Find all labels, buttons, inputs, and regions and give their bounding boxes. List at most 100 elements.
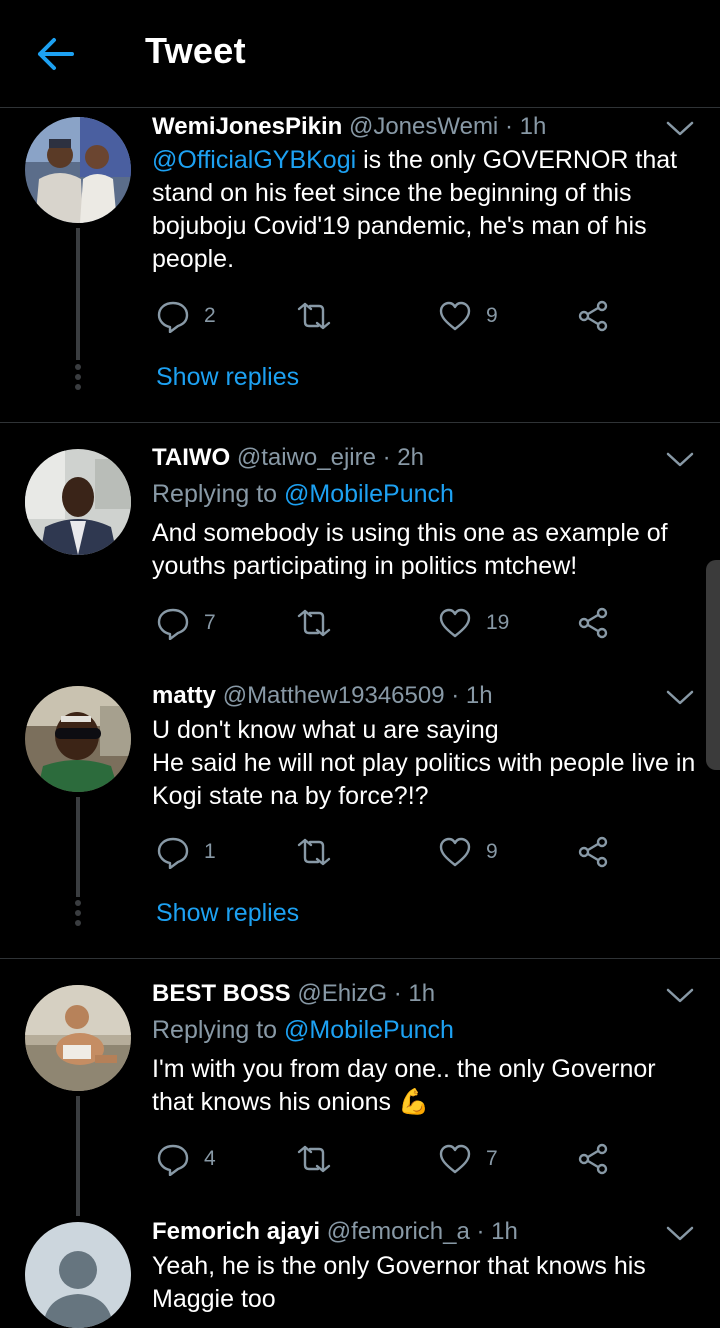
- tweet-options-button[interactable]: [666, 451, 694, 469]
- like-button[interactable]: 19: [438, 603, 509, 643]
- reply-button[interactable]: 2: [156, 296, 216, 336]
- tweet-time: · 1h: [504, 113, 547, 140]
- chevron-down-icon: [666, 121, 694, 136]
- like-button[interactable]: 7: [438, 1139, 498, 1179]
- scrollbar-handle[interactable]: [706, 560, 720, 770]
- heart-icon: [439, 837, 471, 867]
- thread-dots: [75, 364, 81, 394]
- share-icon: [578, 836, 608, 868]
- heart-icon: [439, 301, 471, 331]
- divider: [0, 958, 720, 959]
- reply-count: 7: [204, 611, 216, 634]
- tweet-meta: TAIWO @taiwo_ejire · 2h: [152, 443, 424, 473]
- like-button[interactable]: 9: [438, 832, 498, 872]
- tweet-meta: BEST BOSS @EhizG · 1h: [152, 979, 435, 1009]
- avatar-photo: [25, 985, 131, 1091]
- tweet-text: @OfficialGYBKogi is the only GOVERNOR th…: [152, 146, 678, 273]
- tweet-meta: Femorich ajayi @femorich_a · 1h: [152, 1217, 518, 1247]
- tweet-actions: 7 19: [152, 603, 632, 643]
- thread-line: [76, 1096, 80, 1216]
- tweet-actions: 1 9: [152, 832, 632, 872]
- thread-line: [76, 797, 80, 897]
- tweet-options-button[interactable]: [666, 987, 694, 1005]
- heart-icon: [439, 1144, 471, 1174]
- show-replies-link[interactable]: Show replies: [156, 899, 299, 928]
- avatar[interactable]: [25, 985, 131, 1091]
- arrow-left-icon: [38, 38, 74, 70]
- replying-to-link[interactable]: @MobilePunch: [284, 1016, 454, 1044]
- share-icon: [578, 1143, 608, 1175]
- display-name[interactable]: TAIWO: [152, 444, 230, 471]
- share-button[interactable]: [578, 832, 610, 872]
- back-button[interactable]: [34, 32, 78, 76]
- chevron-down-icon: [666, 452, 694, 467]
- tweet-meta: matty @Matthew19346509 · 1h: [152, 681, 493, 711]
- divider: [0, 422, 720, 423]
- retweet-button[interactable]: [296, 1139, 346, 1179]
- replying-to-link[interactable]: @MobilePunch: [284, 480, 454, 508]
- avatar[interactable]: [25, 1222, 131, 1328]
- avatar-photo: [25, 117, 131, 223]
- tweet-time: · 1h: [451, 682, 493, 709]
- tweet-text: And somebody is using this one as exampl…: [152, 519, 668, 580]
- tweet-time: · 2h: [382, 444, 424, 471]
- avatar[interactable]: [25, 686, 131, 792]
- retweet-button[interactable]: [296, 832, 346, 872]
- heart-icon: [439, 608, 471, 638]
- page-title: Tweet: [145, 30, 246, 71]
- tweet-text: Yeah, he is the only Governor that knows…: [152, 1252, 646, 1313]
- reply-icon: [157, 1144, 189, 1176]
- like-count: 19: [486, 611, 510, 634]
- tweet-options-button[interactable]: [666, 1225, 694, 1243]
- tweet-options-button[interactable]: [666, 689, 694, 707]
- display-name[interactable]: BEST BOSS: [152, 980, 291, 1007]
- chevron-down-icon: [666, 690, 694, 705]
- avatar-photo: [25, 686, 131, 792]
- tweet-time: · 1h: [393, 980, 436, 1007]
- share-icon: [578, 607, 608, 639]
- user-handle: @EhizG: [297, 980, 388, 1007]
- show-replies-link[interactable]: Show replies: [156, 363, 299, 392]
- thread-line: [76, 228, 80, 360]
- replying-to: Replying to @MobilePunch: [152, 480, 454, 508]
- share-button[interactable]: [578, 603, 610, 643]
- reply-count: 2: [204, 304, 216, 327]
- retweet-button[interactable]: [296, 603, 346, 643]
- retweet-icon: [297, 838, 331, 866]
- share-button[interactable]: [578, 1139, 610, 1179]
- chevron-down-icon: [666, 988, 694, 1003]
- retweet-icon: [297, 302, 331, 330]
- reply-button[interactable]: 4: [156, 1139, 216, 1179]
- reply-button[interactable]: 1: [156, 832, 216, 872]
- share-button[interactable]: [578, 296, 610, 336]
- display-name[interactable]: matty: [152, 682, 216, 709]
- tweet-options-button[interactable]: [666, 120, 694, 138]
- retweet-icon: [297, 609, 331, 637]
- tweet-meta: WemiJonesPikin @JonesWemi · 1h: [152, 112, 546, 142]
- tweet-text: I'm with you from day one.. the only Gov…: [152, 1055, 656, 1116]
- display-name[interactable]: Femorich ajayi: [152, 1218, 320, 1245]
- user-handle: @JonesWemi: [348, 113, 499, 140]
- display-name[interactable]: WemiJonesPikin: [152, 113, 342, 140]
- reply-count: 4: [204, 1147, 216, 1170]
- thread-dots: [75, 900, 81, 930]
- reply-button[interactable]: 7: [156, 603, 216, 643]
- flexed-biceps-emoji: 💪: [397, 1088, 430, 1116]
- reply-icon: [157, 608, 189, 640]
- avatar[interactable]: [25, 449, 131, 555]
- avatar-photo: [25, 449, 131, 555]
- like-button[interactable]: 9: [438, 296, 498, 336]
- retweet-button[interactable]: [296, 296, 346, 336]
- tweet-time: · 1h: [476, 1218, 518, 1245]
- avatar[interactable]: [25, 117, 131, 223]
- reply-icon: [157, 837, 189, 869]
- replying-to: Replying to @MobilePunch: [152, 1016, 454, 1044]
- tweet-actions: 2 9: [152, 296, 632, 336]
- chevron-down-icon: [666, 1226, 694, 1241]
- mention-link[interactable]: @OfficialGYBKogi: [152, 146, 356, 174]
- retweet-icon: [297, 1145, 331, 1173]
- top-app-bar: Tweet: [0, 0, 720, 108]
- tweet-actions: 4 7: [152, 1139, 632, 1179]
- user-handle: @femorich_a: [326, 1218, 470, 1245]
- like-count: 9: [486, 840, 498, 863]
